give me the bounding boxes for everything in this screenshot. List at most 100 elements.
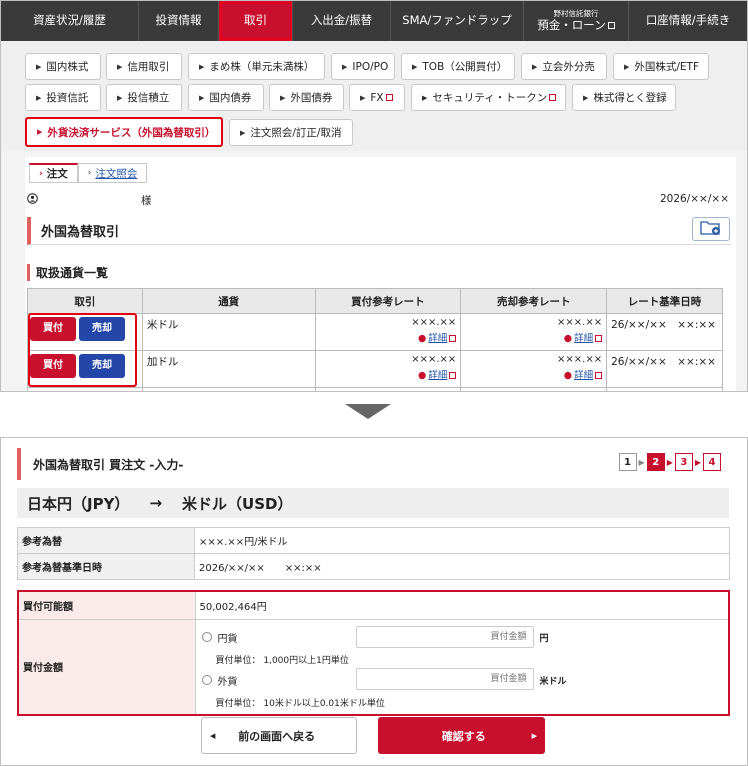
detail-dot-icon: ●	[418, 370, 427, 381]
nav-account-info[interactable]: 口座情報/手続き	[629, 1, 747, 41]
tab-order-inquiry[interactable]: › 注文照会	[77, 163, 148, 183]
currency-pair: 日本円（JPY） → 米ドル（USD）	[17, 488, 729, 518]
buy-order-input-panel: 外国為替取引 買注文 -入力- 1 ▶ 2 ▶ 3 ▶ 4 日本円（JPY） →…	[0, 437, 748, 766]
rate-info-table: 参考為替 ×××.××円/米ドル 参考為替基準日時 2026/××/×× ××:…	[17, 527, 730, 580]
subnav-ipo-po[interactable]: ▶ IPO/PO	[331, 53, 395, 80]
subnav-label: 外貨決済サービス（外国為替取引）	[47, 126, 216, 139]
pair-from: 日本円（JPY）	[27, 494, 130, 513]
subnav-label: TOB（公開買付）	[422, 61, 508, 73]
radio-foreign-label: 外貨	[217, 676, 238, 688]
main-navbar: 資産状況/履歴 投資情報 取引 入出金/振替 SMA/ファンドラップ 野村信託銀…	[1, 1, 747, 41]
current-date: 2026/××/××	[660, 193, 729, 205]
subnav-order-inquiry[interactable]: ▶ 注文照会/訂正/取消	[229, 119, 353, 146]
subnav-margin[interactable]: ▶ 信用取引	[106, 53, 182, 80]
order-tabs: › 注文 › 注文照会	[29, 163, 148, 183]
ref-rate-value: ×××.××円/米ドル	[194, 527, 730, 554]
arrow-right-icon: ▶	[240, 128, 246, 137]
nav-deposit-transfer[interactable]: 入出金/振替	[293, 1, 391, 41]
external-link-icon	[595, 372, 603, 379]
subnav-stock-registration[interactable]: ▶ 株式得とく登録	[572, 84, 676, 111]
subnav-tob[interactable]: ▶ TOB（公開買付）	[401, 53, 515, 80]
buy-amount-table: 買付可能額 50,002,464円 買付金額 円貨 円 買付単位： 1,000円…	[17, 590, 730, 716]
chevron-right-icon: ›	[39, 168, 43, 179]
subnav-fund-accumulation[interactable]: ▶ 投信積立	[106, 84, 182, 111]
table-row: 買付 売却 米ドル ×××.×× ● 詳細 ×××.×× ● 詳細 26/××/×× …	[27, 313, 723, 351]
tab-inquiry-link[interactable]: 注文照会	[95, 166, 137, 181]
external-link-icon	[595, 335, 603, 342]
subnav-mamekabu[interactable]: ▶ まめ株（単元未満株）	[188, 53, 325, 80]
subnav-fx-settlement[interactable]: ▶ 外貨決済サービス（外国為替取引）	[25, 117, 223, 147]
back-button[interactable]: ◀ 前の画面へ戻る	[201, 717, 357, 754]
subnav-label: 信用取引	[127, 61, 170, 73]
arrow-right-icon: ▶	[624, 62, 630, 71]
arrow-right-icon: ▶	[37, 128, 43, 136]
arrow-right-icon: ▶	[117, 62, 123, 71]
rate-datetime: 26/××/×× ××:××	[606, 350, 723, 388]
nav-investment-info[interactable]: 投資情報	[139, 1, 219, 41]
subnav-off-auction[interactable]: ▶ 立会外分売	[521, 53, 607, 80]
subnav-domestic-stock[interactable]: ▶ 国内株式	[25, 53, 101, 80]
subnav-label: IPO/PO	[352, 60, 389, 73]
subnav-mutual-fund[interactable]: ▶ 投資信託	[25, 84, 101, 111]
currency-name: 加ドル	[141, 350, 316, 388]
arrow-right-icon: ▶	[342, 62, 348, 71]
rate-datetime: 26/××/×× ××:××	[606, 313, 723, 351]
tab-order[interactable]: › 注文	[29, 163, 78, 183]
detail-link[interactable]: ● 詳細	[320, 367, 457, 381]
arrow-right-icon: ▶	[412, 62, 418, 71]
detail-link[interactable]: ● 詳細	[465, 330, 603, 344]
sell-button[interactable]: 売却	[79, 354, 125, 378]
chevron-right-icon: ›	[87, 168, 92, 178]
amount-label: 買付金額	[17, 618, 196, 716]
subnav-label: 株式得とく登録	[593, 92, 667, 104]
subnav-fx[interactable]: ▶ FX	[349, 84, 405, 111]
arrow-right-icon: ▶	[583, 93, 589, 102]
arrow-right-icon: ▶	[117, 93, 123, 102]
available-value: 50,002,464円	[194, 590, 730, 620]
buy-button[interactable]: 買付	[30, 354, 76, 378]
yen-amount-input[interactable]	[355, 625, 534, 648]
detail-link[interactable]: ● 詳細	[465, 367, 603, 381]
radio-yen[interactable]: 円貨	[201, 630, 238, 645]
detail-label: 詳細	[428, 370, 448, 381]
nav-assets[interactable]: 資産状況/履歴	[1, 1, 139, 41]
nav-sma-fundwrap[interactable]: SMA/ファンドラップ	[391, 1, 524, 41]
step-arrow-icon: ▶	[638, 457, 645, 467]
subnav-label: 投資信託	[46, 92, 89, 104]
arrow-right-icon: ▶	[280, 93, 286, 102]
section-title: 取扱通貨一覧	[27, 264, 108, 281]
nav-deposit-loan[interactable]: 野村信託銀行 預金・ローン	[524, 1, 629, 41]
nav-trade[interactable]: 取引	[219, 1, 293, 41]
subnav-foreign-stock[interactable]: ▶ 外国株式/ETF	[613, 53, 709, 80]
radio-circle-icon	[201, 675, 212, 685]
col-currency: 通貨	[141, 288, 316, 314]
external-link-icon	[385, 94, 393, 101]
subnav-security-token[interactable]: ▶ セキュリティ・トークン	[411, 84, 566, 111]
fx-trade-content: › 注文 › 注文照会 様 2026/××/×× 外国為替取引 取扱通貨一覧 取引 …	[25, 157, 736, 391]
detail-dot-icon: ●	[418, 333, 427, 344]
radio-foreign[interactable]: 外貨	[201, 673, 238, 688]
radio-circle-icon	[201, 632, 212, 642]
subnav-foreign-bond[interactable]: ▶ 外国債券	[269, 84, 344, 111]
confirm-button[interactable]: 確認する ▶	[378, 717, 545, 754]
ref-date-value: 2026/××/×× ××:××	[194, 553, 730, 580]
buy-button[interactable]: 買付	[30, 317, 76, 341]
sell-button[interactable]: 売却	[79, 317, 125, 341]
table-row: 買付 売却 加ドル ×××.×× ● 詳細 ×××.×× ● 詳細 26/××/×× …	[27, 350, 723, 388]
detail-link[interactable]: ● 詳細	[320, 330, 457, 344]
trade-cell: 買付 売却	[27, 313, 143, 351]
arrow-right-icon: ▶	[199, 93, 205, 102]
folder-add-button[interactable]	[692, 217, 730, 241]
available-label: 買付可能額	[17, 590, 196, 620]
subnav-domestic-bond[interactable]: ▶ 国内債券	[188, 84, 264, 111]
buy-rate: ×××.××	[411, 354, 457, 365]
arrow-right-icon: ▶	[199, 62, 205, 71]
buy-rate: ×××.××	[411, 317, 457, 328]
amount-input-area: 円貨 円 買付単位： 1,000円以上1円単位 外貨 米ドル 買付単位： 10米…	[194, 618, 730, 716]
currency-table: 取引 通貨 買付参考レート 売却参考レート レート基準日時 買付 売却 米ドル ×…	[27, 288, 723, 391]
detail-dot-icon: ●	[563, 370, 573, 381]
trade-screen-panel: 資産状況/履歴 投資情報 取引 入出金/振替 SMA/ファンドラップ 野村信託銀…	[0, 0, 748, 392]
tab-order-label: 注文	[46, 168, 68, 180]
usd-amount-input[interactable]	[355, 667, 534, 690]
subnav-label: 注文照会/訂正/取消	[250, 127, 342, 139]
